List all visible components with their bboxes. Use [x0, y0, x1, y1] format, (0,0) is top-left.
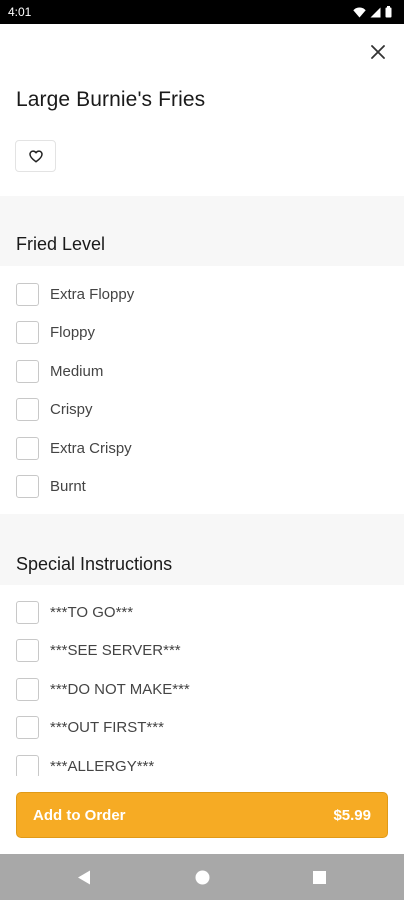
option-label: Extra Floppy [50, 285, 135, 303]
battery-icon [385, 6, 392, 18]
option-label: ***ALLERGY*** [50, 757, 155, 775]
option-see-server[interactable]: ***SEE SERVER*** [16, 638, 181, 662]
section-header-special-instructions: Special Instructions [0, 514, 404, 585]
checkbox[interactable] [16, 320, 39, 344]
special-instructions-options: ***TO GO*** ***SEE SERVER*** ***DO NOT M… [0, 585, 404, 776]
wifi-icon [353, 7, 366, 17]
checkbox[interactable] [16, 600, 39, 624]
navigation-bar [0, 854, 404, 900]
option-do-not-make[interactable]: ***DO NOT MAKE*** [16, 677, 190, 701]
option-to-go[interactable]: ***TO GO*** [16, 600, 133, 624]
option-label: ***OUT FIRST*** [50, 718, 164, 736]
fried-level-options: Extra Floppy Floppy Medium Crispy Extra … [0, 266, 404, 514]
checkbox[interactable] [16, 638, 39, 662]
price-label: $5.99 [333, 806, 371, 824]
add-to-order-label: Add to Order [33, 806, 126, 824]
checkbox[interactable] [16, 474, 39, 498]
item-header: Large Burnie's Fries [0, 24, 404, 196]
recents-button[interactable] [295, 854, 343, 900]
status-bar: 4:01 [0, 0, 404, 24]
option-allergy[interactable]: ***ALLERGY*** [16, 754, 154, 776]
status-time: 4:01 [8, 5, 32, 19]
back-triangle-icon [78, 870, 90, 884]
add-to-order-button[interactable]: Add to Order $5.99 [16, 792, 388, 838]
option-floppy[interactable]: Floppy [16, 320, 95, 344]
close-button[interactable] [366, 40, 390, 64]
option-crispy[interactable]: Crispy [16, 397, 93, 421]
option-label: Medium [50, 362, 104, 380]
home-button[interactable] [178, 854, 226, 900]
option-out-first[interactable]: ***OUT FIRST*** [16, 715, 164, 739]
option-label: ***TO GO*** [50, 603, 134, 621]
home-circle-icon [195, 870, 209, 884]
option-label: Floppy [50, 323, 96, 341]
order-footer: Add to Order $5.99 [0, 776, 404, 854]
checkbox[interactable] [16, 715, 39, 739]
checkbox[interactable] [16, 397, 39, 421]
signal-icon [370, 7, 381, 17]
item-title: Large Burnie's Fries [16, 88, 206, 111]
option-label: Extra Crispy [50, 439, 132, 457]
close-icon [371, 45, 385, 59]
checkbox[interactable] [16, 282, 39, 306]
heart-outline-icon [28, 149, 43, 163]
back-button[interactable] [60, 854, 108, 900]
option-extra-crispy[interactable]: Extra Crispy [16, 436, 132, 460]
option-label: ***SEE SERVER*** [50, 641, 181, 659]
option-label: ***DO NOT MAKE*** [50, 680, 190, 698]
section-title-special-instructions: Special Instructions [16, 554, 173, 574]
option-burnt[interactable]: Burnt [16, 474, 86, 498]
status-icons [353, 6, 392, 18]
checkbox[interactable] [16, 754, 39, 776]
option-label: Burnt [50, 477, 86, 495]
checkbox[interactable] [16, 359, 39, 383]
checkbox[interactable] [16, 436, 39, 460]
option-extra-floppy[interactable]: Extra Floppy [16, 282, 134, 306]
favorite-button[interactable] [15, 140, 56, 172]
section-title-fried-level: Fried Level [16, 234, 106, 254]
recents-square-icon [312, 870, 326, 884]
option-medium[interactable]: Medium [16, 359, 103, 383]
option-label: Crispy [50, 400, 93, 418]
section-header-fried-level: Fried Level [0, 196, 404, 266]
checkbox[interactable] [16, 677, 39, 701]
